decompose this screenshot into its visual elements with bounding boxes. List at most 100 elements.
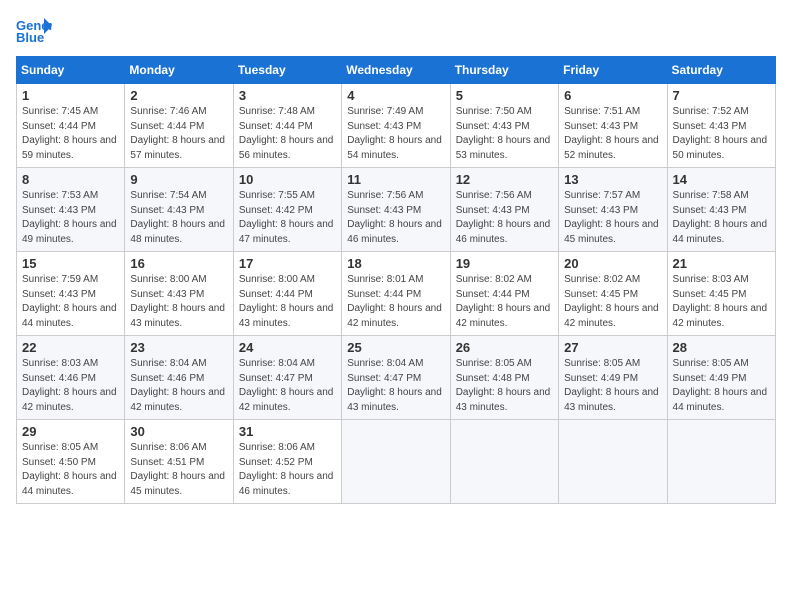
calendar-cell: 22 Sunrise: 8:03 AM Sunset: 4:46 PM Dayl… [17, 336, 125, 420]
day-info: Sunrise: 8:03 AM Sunset: 4:46 PM Dayligh… [22, 357, 119, 415]
day-number: 2 [130, 88, 227, 103]
day-number: 26 [456, 340, 553, 355]
day-info: Sunrise: 7:51 AM Sunset: 4:43 PM Dayligh… [564, 105, 661, 163]
day-info: Sunrise: 7:45 AM Sunset: 4:44 PM Dayligh… [22, 105, 119, 163]
day-info: Sunrise: 8:00 AM Sunset: 4:43 PM Dayligh… [130, 273, 227, 331]
calendar-cell: 16 Sunrise: 8:00 AM Sunset: 4:43 PM Dayl… [125, 252, 233, 336]
calendar-cell: 25 Sunrise: 8:04 AM Sunset: 4:47 PM Dayl… [342, 336, 450, 420]
day-number: 29 [22, 424, 119, 439]
weekday-tuesday: Tuesday [233, 57, 341, 84]
day-info: Sunrise: 8:04 AM Sunset: 4:47 PM Dayligh… [347, 357, 444, 415]
calendar-cell: 11 Sunrise: 7:56 AM Sunset: 4:43 PM Dayl… [342, 168, 450, 252]
calendar-cell [342, 420, 450, 504]
calendar-cell: 24 Sunrise: 8:04 AM Sunset: 4:47 PM Dayl… [233, 336, 341, 420]
day-number: 1 [22, 88, 119, 103]
day-number: 14 [673, 172, 770, 187]
day-number: 6 [564, 88, 661, 103]
day-info: Sunrise: 7:56 AM Sunset: 4:43 PM Dayligh… [456, 189, 553, 247]
week-row-4: 22 Sunrise: 8:03 AM Sunset: 4:46 PM Dayl… [17, 336, 776, 420]
day-info: Sunrise: 7:46 AM Sunset: 4:44 PM Dayligh… [130, 105, 227, 163]
day-number: 27 [564, 340, 661, 355]
calendar-cell: 27 Sunrise: 8:05 AM Sunset: 4:49 PM Dayl… [559, 336, 667, 420]
week-row-2: 8 Sunrise: 7:53 AM Sunset: 4:43 PM Dayli… [17, 168, 776, 252]
calendar-cell: 5 Sunrise: 7:50 AM Sunset: 4:43 PM Dayli… [450, 84, 558, 168]
calendar-cell: 2 Sunrise: 7:46 AM Sunset: 4:44 PM Dayli… [125, 84, 233, 168]
day-info: Sunrise: 7:49 AM Sunset: 4:43 PM Dayligh… [347, 105, 444, 163]
day-number: 12 [456, 172, 553, 187]
weekday-saturday: Saturday [667, 57, 775, 84]
calendar-cell: 14 Sunrise: 7:58 AM Sunset: 4:43 PM Dayl… [667, 168, 775, 252]
day-number: 23 [130, 340, 227, 355]
calendar-cell: 3 Sunrise: 7:48 AM Sunset: 4:44 PM Dayli… [233, 84, 341, 168]
calendar-cell: 6 Sunrise: 7:51 AM Sunset: 4:43 PM Dayli… [559, 84, 667, 168]
calendar-cell: 20 Sunrise: 8:02 AM Sunset: 4:45 PM Dayl… [559, 252, 667, 336]
week-row-5: 29 Sunrise: 8:05 AM Sunset: 4:50 PM Dayl… [17, 420, 776, 504]
day-info: Sunrise: 7:53 AM Sunset: 4:43 PM Dayligh… [22, 189, 119, 247]
day-number: 19 [456, 256, 553, 271]
day-info: Sunrise: 8:04 AM Sunset: 4:46 PM Dayligh… [130, 357, 227, 415]
calendar-cell: 10 Sunrise: 7:55 AM Sunset: 4:42 PM Dayl… [233, 168, 341, 252]
day-number: 5 [456, 88, 553, 103]
day-number: 7 [673, 88, 770, 103]
day-info: Sunrise: 8:05 AM Sunset: 4:49 PM Dayligh… [564, 357, 661, 415]
day-number: 28 [673, 340, 770, 355]
weekday-thursday: Thursday [450, 57, 558, 84]
day-info: Sunrise: 7:59 AM Sunset: 4:43 PM Dayligh… [22, 273, 119, 331]
calendar-cell: 30 Sunrise: 8:06 AM Sunset: 4:51 PM Dayl… [125, 420, 233, 504]
day-info: Sunrise: 7:55 AM Sunset: 4:42 PM Dayligh… [239, 189, 336, 247]
day-number: 10 [239, 172, 336, 187]
day-info: Sunrise: 8:06 AM Sunset: 4:51 PM Dayligh… [130, 441, 227, 499]
calendar-cell: 9 Sunrise: 7:54 AM Sunset: 4:43 PM Dayli… [125, 168, 233, 252]
day-info: Sunrise: 8:05 AM Sunset: 4:48 PM Dayligh… [456, 357, 553, 415]
calendar-table: SundayMondayTuesdayWednesdayThursdayFrid… [16, 56, 776, 504]
day-number: 17 [239, 256, 336, 271]
calendar-cell: 19 Sunrise: 8:02 AM Sunset: 4:44 PM Dayl… [450, 252, 558, 336]
calendar-cell [667, 420, 775, 504]
calendar-body: 1 Sunrise: 7:45 AM Sunset: 4:44 PM Dayli… [17, 84, 776, 504]
day-number: 24 [239, 340, 336, 355]
calendar-cell: 21 Sunrise: 8:03 AM Sunset: 4:45 PM Dayl… [667, 252, 775, 336]
day-info: Sunrise: 7:57 AM Sunset: 4:43 PM Dayligh… [564, 189, 661, 247]
day-info: Sunrise: 8:05 AM Sunset: 4:49 PM Dayligh… [673, 357, 770, 415]
calendar-cell: 28 Sunrise: 8:05 AM Sunset: 4:49 PM Dayl… [667, 336, 775, 420]
day-number: 9 [130, 172, 227, 187]
day-info: Sunrise: 7:56 AM Sunset: 4:43 PM Dayligh… [347, 189, 444, 247]
weekday-sunday: Sunday [17, 57, 125, 84]
day-info: Sunrise: 8:02 AM Sunset: 4:45 PM Dayligh… [564, 273, 661, 331]
calendar-cell: 23 Sunrise: 8:04 AM Sunset: 4:46 PM Dayl… [125, 336, 233, 420]
day-info: Sunrise: 8:03 AM Sunset: 4:45 PM Dayligh… [673, 273, 770, 331]
calendar-cell: 18 Sunrise: 8:01 AM Sunset: 4:44 PM Dayl… [342, 252, 450, 336]
day-number: 31 [239, 424, 336, 439]
day-number: 11 [347, 172, 444, 187]
day-info: Sunrise: 8:05 AM Sunset: 4:50 PM Dayligh… [22, 441, 119, 499]
day-info: Sunrise: 8:02 AM Sunset: 4:44 PM Dayligh… [456, 273, 553, 331]
calendar-cell: 29 Sunrise: 8:05 AM Sunset: 4:50 PM Dayl… [17, 420, 125, 504]
day-info: Sunrise: 8:01 AM Sunset: 4:44 PM Dayligh… [347, 273, 444, 331]
day-number: 3 [239, 88, 336, 103]
day-info: Sunrise: 7:54 AM Sunset: 4:43 PM Dayligh… [130, 189, 227, 247]
day-number: 18 [347, 256, 444, 271]
calendar-cell: 17 Sunrise: 8:00 AM Sunset: 4:44 PM Dayl… [233, 252, 341, 336]
weekday-monday: Monday [125, 57, 233, 84]
calendar-cell: 1 Sunrise: 7:45 AM Sunset: 4:44 PM Dayli… [17, 84, 125, 168]
calendar-cell: 31 Sunrise: 8:06 AM Sunset: 4:52 PM Dayl… [233, 420, 341, 504]
calendar-cell: 4 Sunrise: 7:49 AM Sunset: 4:43 PM Dayli… [342, 84, 450, 168]
day-info: Sunrise: 8:06 AM Sunset: 4:52 PM Dayligh… [239, 441, 336, 499]
svg-text:Blue: Blue [16, 30, 44, 44]
week-row-3: 15 Sunrise: 7:59 AM Sunset: 4:43 PM Dayl… [17, 252, 776, 336]
day-number: 25 [347, 340, 444, 355]
day-info: Sunrise: 7:52 AM Sunset: 4:43 PM Dayligh… [673, 105, 770, 163]
calendar-cell: 26 Sunrise: 8:05 AM Sunset: 4:48 PM Dayl… [450, 336, 558, 420]
calendar-cell [450, 420, 558, 504]
day-info: Sunrise: 8:04 AM Sunset: 4:47 PM Dayligh… [239, 357, 336, 415]
day-info: Sunrise: 7:50 AM Sunset: 4:43 PM Dayligh… [456, 105, 553, 163]
weekday-header-row: SundayMondayTuesdayWednesdayThursdayFrid… [17, 57, 776, 84]
day-number: 30 [130, 424, 227, 439]
day-number: 8 [22, 172, 119, 187]
day-info: Sunrise: 7:58 AM Sunset: 4:43 PM Dayligh… [673, 189, 770, 247]
weekday-wednesday: Wednesday [342, 57, 450, 84]
day-info: Sunrise: 8:00 AM Sunset: 4:44 PM Dayligh… [239, 273, 336, 331]
page-header: General Blue [16, 16, 776, 44]
day-number: 20 [564, 256, 661, 271]
logo: General Blue [16, 16, 52, 44]
